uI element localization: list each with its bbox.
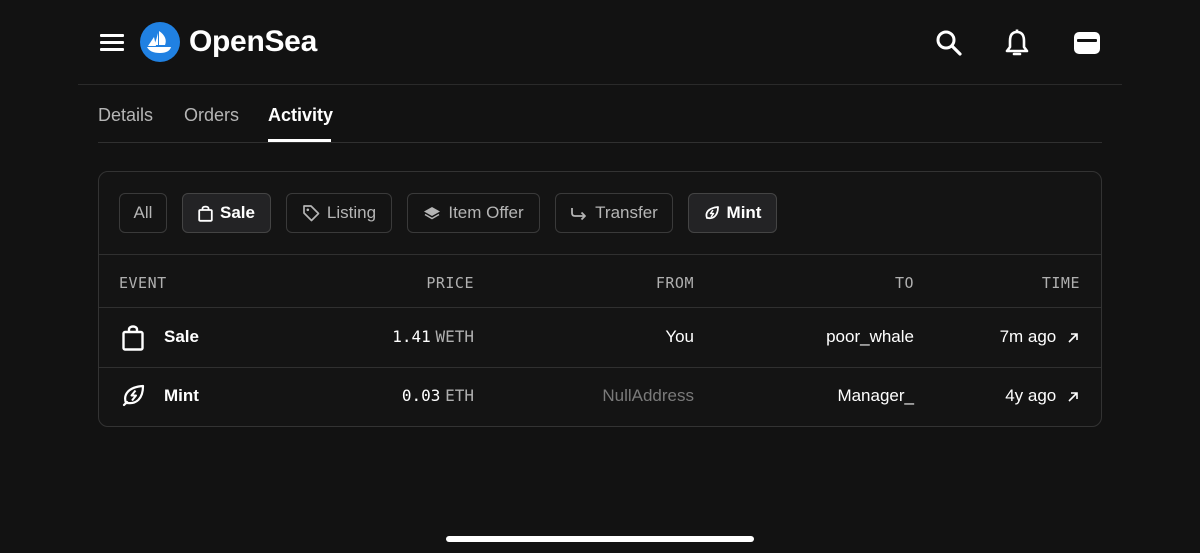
app: OpenSea Details Orders Activity All Sale… xyxy=(78,0,1122,553)
tab-bar: Details Orders Activity xyxy=(98,85,1102,143)
tag-icon xyxy=(303,205,320,222)
filter-label: All xyxy=(133,203,153,222)
filter-label: Transfer xyxy=(595,203,658,222)
column-from: FROM xyxy=(655,274,694,292)
tab-details[interactable]: Details xyxy=(98,104,153,126)
time-link[interactable]: 7m ago xyxy=(1000,327,1079,347)
price-value: 0.03 xyxy=(401,386,441,405)
menu-icon[interactable] xyxy=(100,32,126,52)
table-header: EVENT PRICE FROM TO TIME xyxy=(99,254,1101,308)
filter-sale[interactable]: Sale xyxy=(182,193,271,233)
external-link-icon xyxy=(1068,391,1078,402)
filter-all[interactable]: All xyxy=(119,193,167,233)
column-price: PRICE xyxy=(426,274,474,292)
to-address[interactable]: Manager_ xyxy=(837,386,914,406)
home-indicator xyxy=(446,536,754,542)
tab-activity[interactable]: Activity xyxy=(268,104,333,126)
column-time: TIME xyxy=(1041,274,1080,292)
filter-label: Sale xyxy=(220,203,255,222)
tab-orders[interactable]: Orders xyxy=(184,104,239,126)
shopping-bag-icon xyxy=(198,205,213,222)
filter-label: Mint xyxy=(726,203,762,222)
search-icon[interactable] xyxy=(934,28,964,58)
activity-card: All Sale Listing Item Offer Transfer Min… xyxy=(98,171,1102,427)
time-label: 7m ago xyxy=(999,327,1057,346)
shopping-bag-icon xyxy=(122,325,144,351)
table-row[interactable]: Sale 1.41 WETH You poor_whale 7m ago xyxy=(99,308,1101,368)
brand-name[interactable]: OpenSea xyxy=(189,24,317,60)
filter-label: Listing xyxy=(326,203,377,222)
mint-icon xyxy=(705,206,719,220)
price-unit: ETH xyxy=(445,386,474,405)
active-tab-indicator xyxy=(268,139,331,142)
event-label: Mint xyxy=(164,386,199,405)
price-unit: WETH xyxy=(435,327,474,346)
opensea-logo[interactable] xyxy=(140,22,180,62)
from-address[interactable]: You xyxy=(665,327,694,347)
table-row[interactable]: Mint 0.03 ETH NullAddress Manager_ 4y ag… xyxy=(99,365,1101,425)
price-value: 1.41 xyxy=(392,327,431,346)
filter-label: Item Offer xyxy=(448,203,524,222)
from-address[interactable]: NullAddress xyxy=(602,386,694,406)
column-to: TO xyxy=(894,274,914,292)
column-event: EVENT xyxy=(119,274,167,292)
bell-icon[interactable] xyxy=(1002,28,1032,58)
external-link-icon xyxy=(1068,332,1078,343)
filter-transfer[interactable]: Transfer xyxy=(555,193,673,233)
time-label: 4y ago xyxy=(1005,386,1057,405)
transfer-arrow-icon xyxy=(571,208,587,221)
filter-item-offer[interactable]: Item Offer xyxy=(407,193,540,233)
price-cell: 0.03 ETH xyxy=(402,386,474,406)
event-label: Sale xyxy=(164,327,199,346)
top-nav: OpenSea xyxy=(78,0,1122,85)
time-link[interactable]: 4y ago xyxy=(1005,386,1079,406)
to-address[interactable]: poor_whale xyxy=(826,327,914,347)
mint-icon xyxy=(122,384,145,407)
layers-icon xyxy=(424,207,441,220)
wallet-icon[interactable] xyxy=(1072,28,1102,58)
filter-mint[interactable]: Mint xyxy=(688,193,777,233)
filter-listing[interactable]: Listing xyxy=(286,193,392,233)
price-cell: 1.41 WETH xyxy=(392,327,474,347)
